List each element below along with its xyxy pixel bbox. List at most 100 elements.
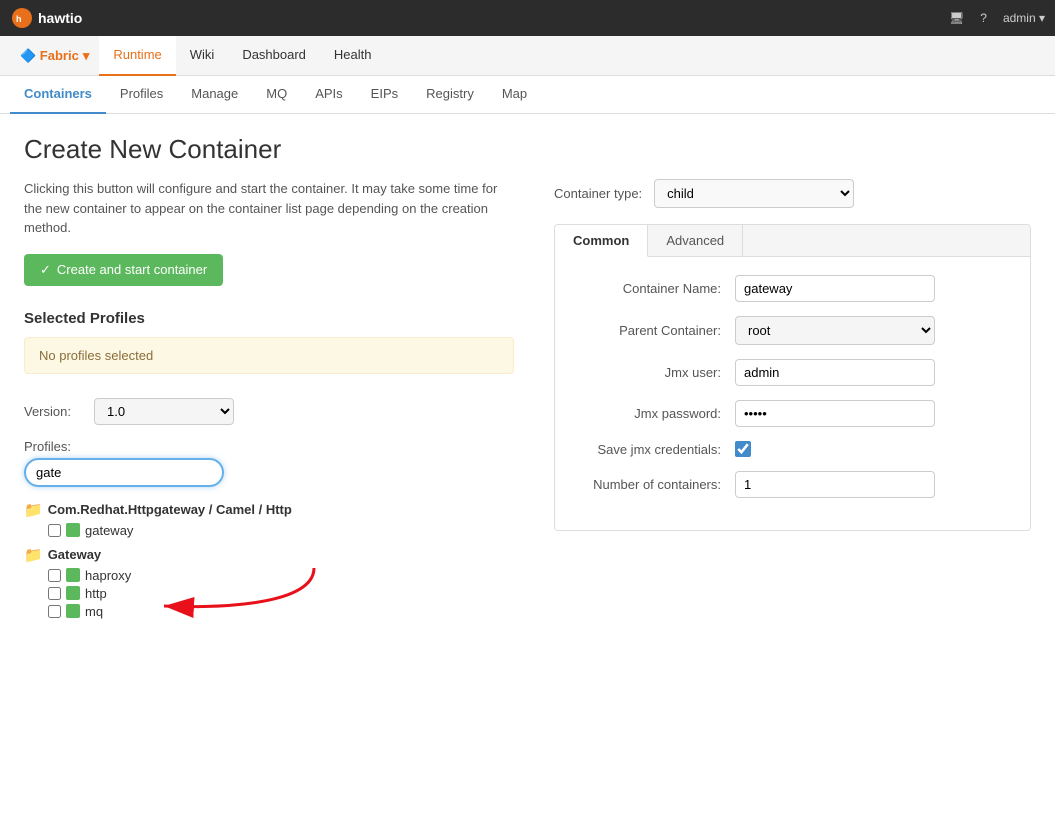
subnav-mq[interactable]: MQ — [252, 76, 301, 114]
checkmark-icon: ✓ — [40, 262, 51, 278]
tab-header: Common Advanced — [555, 225, 1030, 257]
container-name-input[interactable] — [735, 275, 935, 302]
profile-name-http: http — [85, 586, 107, 601]
subnav-manage[interactable]: Manage — [177, 76, 252, 114]
subnav-mq-label: MQ — [266, 86, 287, 101]
jmx-password-input[interactable] — [735, 400, 935, 427]
subnav-eips[interactable]: EIPs — [357, 76, 412, 114]
checkbox-gateway[interactable] — [48, 524, 61, 537]
jmx-password-label: Jmx password: — [575, 406, 735, 421]
tree-item-gateway: gateway — [24, 523, 514, 538]
container-type-row: Container type: child ssh docker — [554, 179, 1031, 208]
save-jmx-label: Save jmx credentials: — [575, 442, 735, 457]
description-text: Clicking this button will configure and … — [24, 179, 514, 238]
form-row-num-containers: Number of containers: — [575, 471, 1010, 498]
version-row: Version: 1.0 — [24, 398, 514, 425]
topbar: h hawtio 🖥 ? admin ▾ — [0, 0, 1055, 36]
tree-item-mq: mq — [24, 604, 514, 619]
profiles-label: Profiles: — [24, 439, 514, 454]
fabric-dropdown-icon: ▾ — [83, 48, 90, 64]
user-label: admin — [1003, 11, 1036, 25]
topbar-right: 🖥 ? admin ▾ — [949, 11, 1045, 25]
nav-dashboard[interactable]: Dashboard — [228, 36, 320, 76]
nav-runtime[interactable]: Runtime — [99, 36, 175, 76]
nav-health[interactable]: Health — [320, 36, 386, 76]
save-jmx-checkbox[interactable] — [735, 441, 751, 457]
subnav-apis[interactable]: APIs — [301, 76, 356, 114]
tab-advanced-label: Advanced — [666, 233, 724, 248]
folder-name-1: Gateway — [48, 547, 101, 562]
subnav-profiles-label: Profiles — [120, 86, 163, 101]
profile-name-gateway: gateway — [85, 523, 133, 538]
num-containers-label: Number of containers: — [575, 477, 735, 492]
nav-wiki-label: Wiki — [190, 47, 215, 62]
profile-tree: 📁 Com.Redhat.Httpgateway / Camel / Http … — [24, 501, 514, 619]
svg-text:h: h — [16, 14, 22, 24]
nav-runtime-label: Runtime — [113, 47, 161, 62]
subnav-apis-label: APIs — [315, 86, 342, 101]
user-menu[interactable]: admin ▾ — [1003, 11, 1045, 25]
tab-advanced[interactable]: Advanced — [648, 225, 743, 256]
profile-icon-gateway — [66, 523, 80, 537]
checkbox-haproxy[interactable] — [48, 569, 61, 582]
subnav-profiles[interactable]: Profiles — [106, 76, 177, 114]
main-nav: 🔷 Fabric ▾ Runtime Wiki Dashboard Health — [0, 36, 1055, 76]
no-profiles-message: No profiles selected — [24, 337, 514, 374]
fabric-nav-item[interactable]: 🔷 Fabric ▾ — [10, 48, 99, 64]
profile-name-haproxy: haproxy — [85, 568, 131, 583]
nav-wiki[interactable]: Wiki — [176, 36, 229, 76]
page-title: Create New Container — [24, 134, 1031, 165]
version-select[interactable]: 1.0 — [94, 398, 234, 425]
tree-item-haproxy: haproxy — [24, 568, 514, 583]
page-content: Create New Container Clicking this butto… — [0, 114, 1055, 642]
subnav-containers[interactable]: Containers — [10, 76, 106, 114]
tree-item-http: http — [24, 586, 514, 601]
tree-folder-1: 📁 Gateway — [24, 546, 514, 564]
subnav-containers-label: Containers — [24, 86, 92, 101]
left-column: Clicking this button will configure and … — [24, 179, 514, 622]
tab-panel: Common Advanced Container Name: Parent C… — [554, 224, 1031, 531]
profiles-search-input[interactable] — [24, 458, 224, 487]
subnav-eips-label: EIPs — [371, 86, 398, 101]
profiles-section: Profiles: 📁 Com.Redhat.Httpgateway / Cam… — [24, 439, 514, 619]
selected-profiles-title: Selected Profiles — [24, 310, 514, 327]
fabric-label: 🔷 Fabric — [20, 48, 79, 64]
parent-container-label: Parent Container: — [575, 323, 735, 338]
folder-icon-1: 📁 — [24, 546, 43, 564]
subnav-map[interactable]: Map — [488, 76, 541, 114]
nav-health-label: Health — [334, 47, 372, 62]
checkbox-mq[interactable] — [48, 605, 61, 618]
num-containers-input[interactable] — [735, 471, 935, 498]
nav-dashboard-label: Dashboard — [242, 47, 306, 62]
folder-icon-0: 📁 — [24, 501, 43, 519]
checkbox-http[interactable] — [48, 587, 61, 600]
parent-container-select[interactable]: root — [735, 316, 935, 345]
monitor-icon: 🖥 — [949, 11, 964, 25]
profile-icon-http — [66, 586, 80, 600]
main-layout: Clicking this button will configure and … — [24, 179, 1031, 622]
folder-name-0: Com.Redhat.Httpgateway / Camel / Http — [48, 502, 292, 517]
subnav-registry[interactable]: Registry — [412, 76, 488, 114]
form-row-container-name: Container Name: — [575, 275, 1010, 302]
logo: h hawtio — [10, 6, 82, 30]
logo-text: hawtio — [38, 10, 82, 26]
tab-common-label: Common — [573, 233, 629, 248]
jmx-user-label: Jmx user: — [575, 365, 735, 380]
right-column: Container type: child ssh docker Common … — [554, 179, 1031, 531]
profile-icon-mq — [66, 604, 80, 618]
create-button-label: Create and start container — [57, 262, 207, 277]
tab-common-content: Container Name: Parent Container: root J… — [555, 257, 1030, 530]
tree-folder-0: 📁 Com.Redhat.Httpgateway / Camel / Http — [24, 501, 514, 519]
help-icon: ? — [980, 11, 987, 25]
create-start-button[interactable]: ✓ Create and start container — [24, 254, 223, 286]
tab-common[interactable]: Common — [555, 225, 648, 257]
jmx-user-input[interactable] — [735, 359, 935, 386]
profile-name-mq: mq — [85, 604, 103, 619]
version-label: Version: — [24, 404, 84, 419]
hawtio-logo-icon: h — [10, 6, 34, 30]
subnav-map-label: Map — [502, 86, 527, 101]
container-type-select[interactable]: child ssh docker — [654, 179, 854, 208]
sub-nav: Containers Profiles Manage MQ APIs EIPs … — [0, 76, 1055, 114]
container-type-label: Container type: — [554, 186, 642, 201]
form-row-save-jmx: Save jmx credentials: — [575, 441, 1010, 457]
